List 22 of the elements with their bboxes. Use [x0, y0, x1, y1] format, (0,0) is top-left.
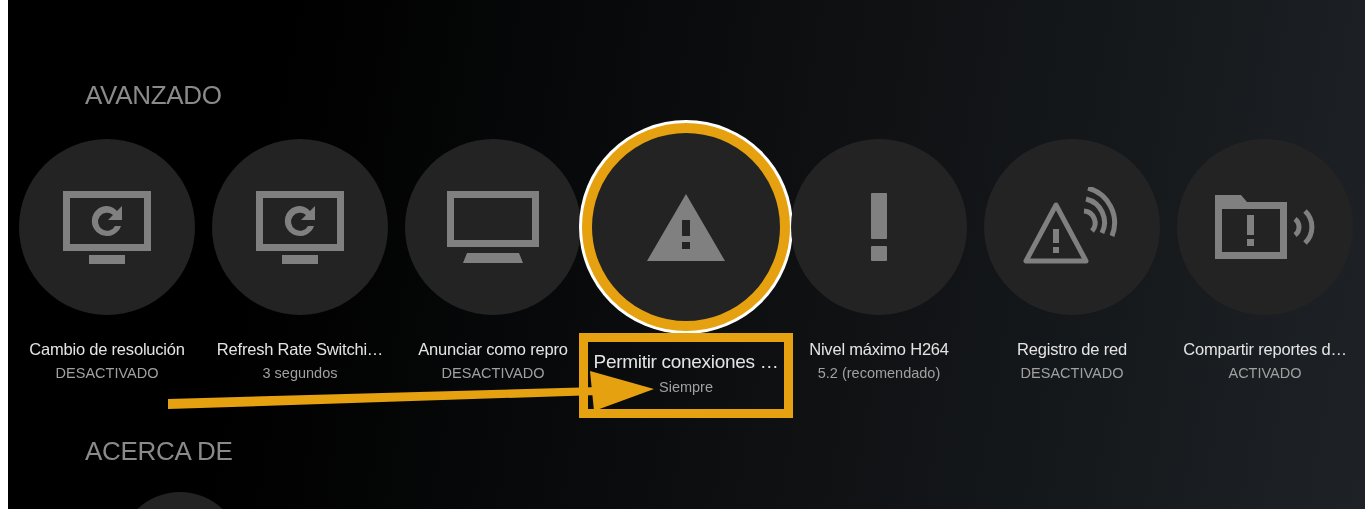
- setting-title: Anunciar como repro: [418, 340, 568, 359]
- setting-title: Nivel máximo H264: [809, 340, 949, 359]
- setting-value: DESACTIVADO: [441, 365, 545, 381]
- setting-title: Permitir conexiones …: [593, 351, 779, 373]
- setting-title: Compartir reportes d…: [1183, 340, 1347, 359]
- setting-value: DESACTIVADO: [1020, 365, 1124, 381]
- warning-icon: [646, 192, 726, 262]
- section-heading: AVANZADO: [85, 80, 223, 111]
- section-heading: ACERCA DE: [85, 436, 234, 467]
- monitor-refresh-icon: [61, 189, 153, 265]
- folder-signal-icon: [1213, 193, 1317, 261]
- setting-value: DESACTIVADO: [55, 365, 159, 381]
- setting-value: 3 segundos: [262, 365, 338, 381]
- exclamation-icon: [871, 193, 887, 261]
- monitor-refresh-icon: [254, 189, 346, 265]
- setting-value: ACTIVADO: [1228, 365, 1302, 381]
- setting-title: Cambio de resolución: [29, 340, 185, 359]
- setting-value: Siempre: [659, 379, 713, 395]
- setting-title: Refresh Rate Switchi…: [216, 340, 384, 359]
- monitor-icon: [445, 189, 541, 265]
- setting-value: 5.2 (recomendado): [817, 365, 941, 381]
- setting-title: Registro de red: [1017, 340, 1127, 359]
